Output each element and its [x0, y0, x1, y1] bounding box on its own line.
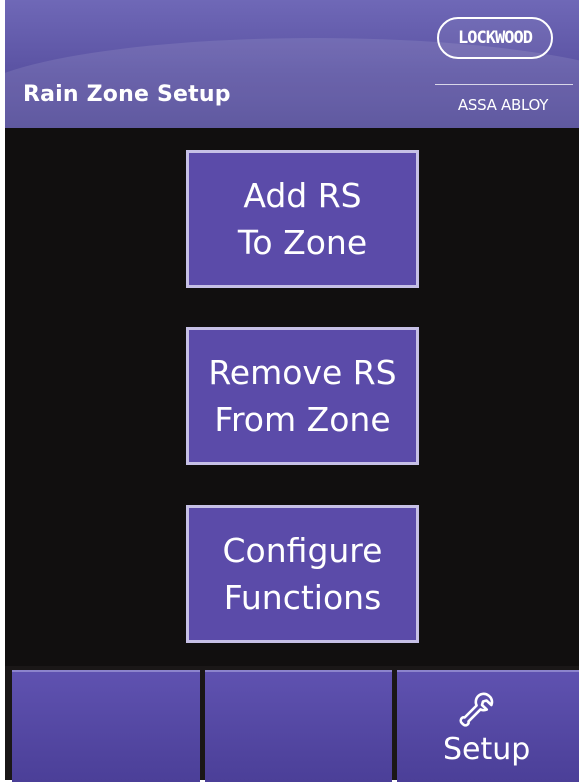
button-label-line2: From Zone	[214, 400, 391, 439]
wrench-icon	[459, 692, 494, 727]
tab-blank-2[interactable]	[205, 670, 392, 782]
brand-logo: LOCKWOOD	[437, 17, 553, 59]
menu-area: Add RS To Zone Remove RS From Zone Confi…	[5, 128, 579, 666]
bottom-tab-bar: Setup	[5, 666, 579, 782]
brand-subtitle: ASSA ABLOY	[457, 96, 549, 114]
tab-setup-label: Setup	[443, 732, 531, 767]
button-label-line2: Functions	[223, 578, 382, 617]
add-rs-to-zone-button[interactable]: Add RS To Zone	[186, 150, 419, 288]
button-label-line1: Remove RS	[208, 353, 397, 392]
brand-divider	[435, 84, 573, 85]
button-label-line1: Add RS	[243, 176, 362, 215]
tab-blank-1[interactable]	[12, 670, 200, 782]
button-label-line1: Configure	[222, 531, 383, 570]
header-bar: Rain Zone Setup LOCKWOOD ASSA ABLOY	[5, 0, 579, 128]
button-label-line2: To Zone	[237, 223, 368, 262]
remove-rs-from-zone-button[interactable]: Remove RS From Zone	[186, 327, 419, 465]
device-screen: Rain Zone Setup LOCKWOOD ASSA ABLOY Add …	[5, 0, 579, 782]
tab-setup[interactable]: Setup	[397, 670, 579, 782]
configure-functions-button[interactable]: Configure Functions	[186, 505, 419, 643]
page-title: Rain Zone Setup	[23, 82, 231, 107]
